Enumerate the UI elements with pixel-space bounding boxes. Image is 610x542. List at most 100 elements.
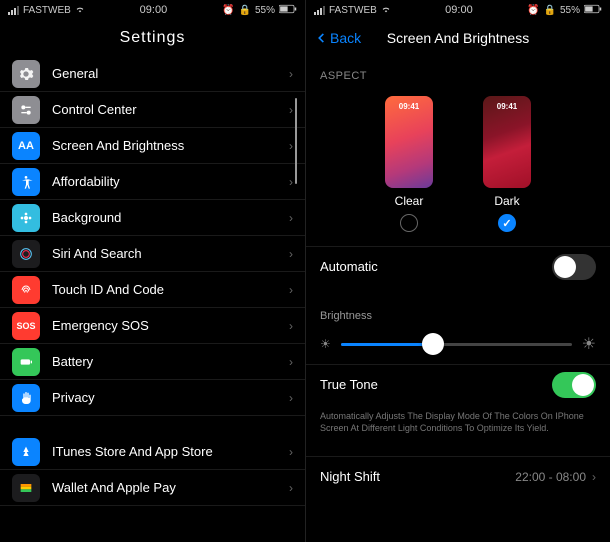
chevron-right-icon: › <box>289 211 293 225</box>
chevron-right-icon: › <box>289 103 293 117</box>
light-thumbnail: 09:41 <box>385 96 433 188</box>
dark-radio[interactable] <box>498 214 516 232</box>
chevron-right-icon: › <box>289 445 293 459</box>
sun-small-icon: ☀ <box>320 337 331 351</box>
status-time: 09:00 <box>445 4 473 16</box>
nav-bar: Back Screen And Brightness <box>306 20 610 56</box>
wifi-icon <box>75 4 85 17</box>
chevron-right-icon: › <box>289 319 293 333</box>
menu-label: Background <box>52 210 289 225</box>
touchid-icon <box>12 276 40 304</box>
page-title: Screen And Brightness <box>387 30 529 46</box>
automatic-row: Automatic <box>306 246 610 286</box>
chevron-left-icon <box>314 31 328 45</box>
menu-label: Affordability <box>52 174 289 189</box>
accessibility-icon <box>12 168 40 196</box>
sos-icon: SOS <box>12 312 40 340</box>
truetone-note: Automatically Adjusts The Display Mode O… <box>306 404 610 446</box>
battery-percent: 55% <box>560 5 580 16</box>
status-bar: FASTWEB 09:00 ⏰ 🔒 55% <box>0 0 305 20</box>
menu-label: Wallet And Apple Pay <box>52 480 289 495</box>
chevron-right-icon: › <box>289 139 293 153</box>
chevron-right-icon: › <box>289 175 293 189</box>
menu-touchid[interactable]: Touch ID And Code › <box>0 272 305 308</box>
menu-label: Battery <box>52 354 289 369</box>
brightness-slider[interactable] <box>341 343 572 346</box>
menu-itunes[interactable]: ITunes Store And App Store › <box>0 434 305 470</box>
alarm-icon: ⏰ <box>222 5 234 16</box>
signal-icon <box>8 6 19 15</box>
battery-icon <box>584 4 602 17</box>
brightness-header: Brightness <box>320 310 596 322</box>
thumb-time: 09:41 <box>483 102 531 111</box>
dark-thumbnail: 09:41 <box>483 96 531 188</box>
menu-affordability[interactable]: Affordability › <box>0 164 305 200</box>
chevron-right-icon: › <box>592 470 596 484</box>
section-gap <box>306 286 610 300</box>
scroll-indicator <box>295 98 297 184</box>
menu-general[interactable]: General › <box>0 56 305 92</box>
wifi-icon <box>381 4 391 17</box>
menu-siri[interactable]: Siri And Search › <box>0 236 305 272</box>
battery-icon <box>279 4 297 17</box>
lock-icon: 🔒 <box>544 5 556 16</box>
chevron-right-icon: › <box>289 67 293 81</box>
automatic-label: Automatic <box>320 259 552 274</box>
hand-icon <box>12 384 40 412</box>
gear-icon <box>12 60 40 88</box>
truetone-label: True Tone <box>320 377 552 392</box>
automatic-toggle[interactable] <box>552 254 596 280</box>
menu-privacy[interactable]: Privacy › <box>0 380 305 416</box>
appearance-clear[interactable]: 09:41 Clear <box>385 96 433 232</box>
clear-label: Clear <box>395 194 424 208</box>
back-label: Back <box>330 30 361 46</box>
appstore-icon <box>12 438 40 466</box>
truetone-row: True Tone <box>306 364 610 404</box>
section-gap <box>306 446 610 456</box>
menu-label: Emergency SOS <box>52 318 289 333</box>
nav-bar: Settings <box>0 20 305 56</box>
chevron-right-icon: › <box>289 481 293 495</box>
appearance-options: 09:41 Clear 09:41 Dark <box>306 88 610 246</box>
siri-icon <box>12 240 40 268</box>
sun-large-icon: ☀ <box>582 334 596 354</box>
menu-wallet[interactable]: Wallet And Apple Pay › <box>0 470 305 506</box>
battery-icon <box>12 348 40 376</box>
nightshift-label: Night Shift <box>320 469 515 484</box>
nightshift-row[interactable]: Night Shift 22:00 - 08:00 › <box>306 456 610 496</box>
menu-battery[interactable]: Battery › <box>0 344 305 380</box>
aspect-header: ASPECT <box>306 56 610 88</box>
menu-control-center[interactable]: Control Center › <box>0 92 305 128</box>
menu-label: General <box>52 66 289 81</box>
menu-screen-brightness[interactable]: AA Screen And Brightness › <box>0 128 305 164</box>
nightshift-value: 22:00 - 08:00 <box>515 470 586 484</box>
alarm-icon: ⏰ <box>527 5 539 16</box>
lock-icon: 🔒 <box>239 5 251 16</box>
signal-icon <box>314 6 325 15</box>
brightness-section: Brightness ☀ ☀ <box>306 300 610 354</box>
menu-sos[interactable]: SOS Emergency SOS › <box>0 308 305 344</box>
dark-label: Dark <box>494 194 519 208</box>
menu-label: ITunes Store And App Store <box>52 444 289 459</box>
status-time: 09:00 <box>140 4 168 16</box>
chevron-right-icon: › <box>289 283 293 297</box>
menu-label: Siri And Search <box>52 246 289 261</box>
text-size-icon: AA <box>12 132 40 160</box>
wallpaper-icon <box>12 204 40 232</box>
menu-background[interactable]: Background › <box>0 200 305 236</box>
menu-label: Screen And Brightness <box>52 138 289 153</box>
battery-percent: 55% <box>255 5 275 16</box>
menu-label: Control Center <box>52 102 289 117</box>
menu-label: Privacy <box>52 390 289 405</box>
appearance-dark[interactable]: 09:41 Dark <box>483 96 531 232</box>
carrier-label: FASTWEB <box>329 5 377 16</box>
section-gap <box>0 416 305 434</box>
page-title: Settings <box>120 29 186 47</box>
switches-icon <box>12 96 40 124</box>
clear-radio[interactable] <box>400 214 418 232</box>
chevron-right-icon: › <box>289 391 293 405</box>
back-button[interactable]: Back <box>314 30 361 46</box>
thumb-time: 09:41 <box>385 102 433 111</box>
carrier-label: FASTWEB <box>23 5 71 16</box>
truetone-toggle[interactable] <box>552 372 596 398</box>
